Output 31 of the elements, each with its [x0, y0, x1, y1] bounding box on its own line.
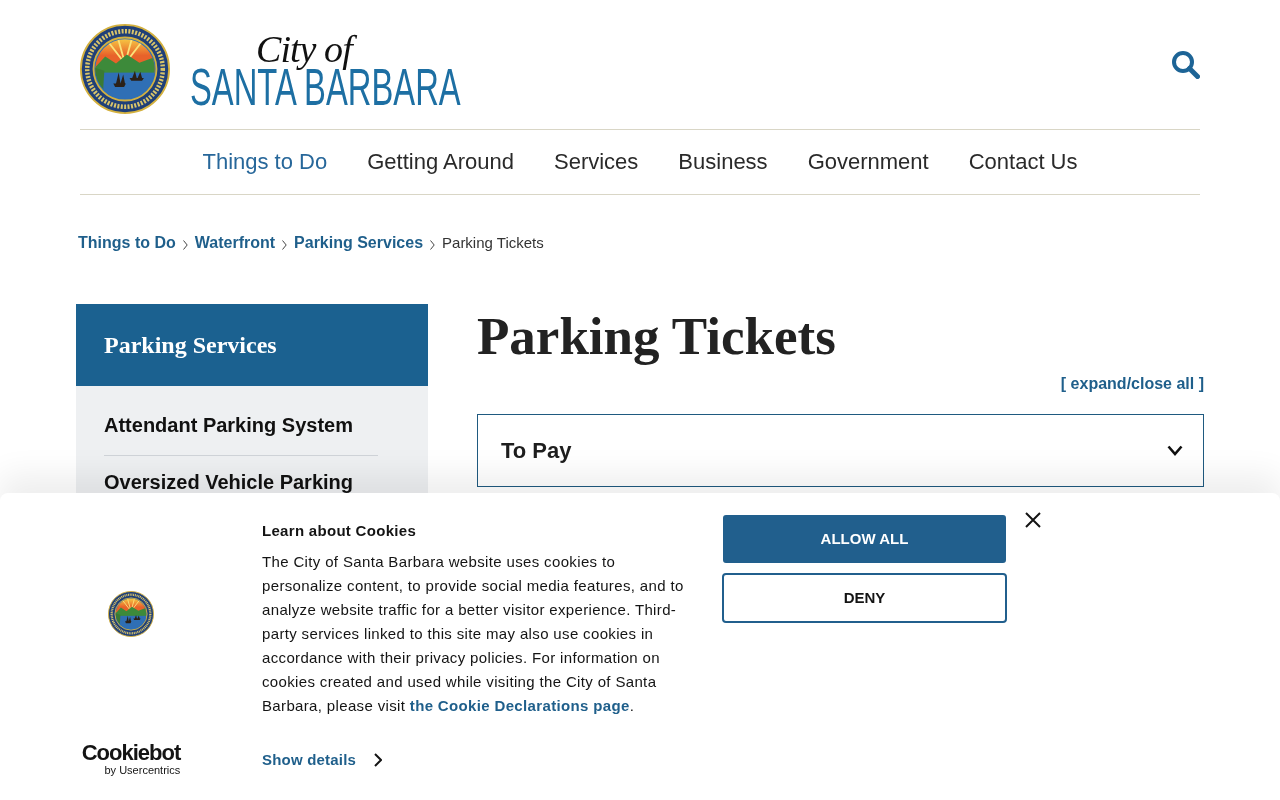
breadcrumb-link[interactable]: Waterfront	[194, 234, 276, 252]
seal-icon	[108, 591, 154, 637]
chevron-right-icon	[374, 753, 383, 767]
expand-close-all-link[interactable]: [ expand/close all ]	[1060, 375, 1204, 393]
close-icon[interactable]	[1025, 512, 1041, 528]
cookie-notice-text: The City of Santa Barbara website uses cookies to personalize content, to provide social media features, and to analyze website traffic for a better visitor experience. Third-party services linked to this site may also use cookies in accordance with their privacy policies. For information on cookies created and used while visiting the City of Santa Barbara, please visit the Cookie Declarations page.	[262, 552, 685, 716]
page-title: Parking Tickets	[477, 306, 837, 366]
nav-link[interactable]: Getting Around	[367, 149, 514, 175]
cookiebot-wordmark: Cookiebot	[81, 742, 181, 764]
sidebar-link[interactable]: Oversized Vehicle Parking	[104, 472, 353, 492]
cookie-banner-title: Learn about Cookies	[262, 522, 417, 540]
nav-link[interactable]: Things to Do	[202, 149, 328, 175]
breadcrumb-separator-icon	[182, 239, 188, 250]
accordion-header[interactable]: To Pay	[477, 414, 1204, 487]
breadcrumb-separator-icon	[282, 239, 288, 250]
allow-all-button[interactable]: ALLOW ALL	[723, 515, 1006, 563]
sidebar-heading: Parking Services	[76, 304, 428, 386]
search-icon[interactable]	[1171, 50, 1200, 79]
nav-link[interactable]: Government	[807, 149, 929, 175]
cookie-declarations-link[interactable]: the Cookie Declarations page	[409, 697, 630, 714]
show-details-button[interactable]: Show details	[262, 751, 383, 769]
nav-link[interactable]: Business	[678, 149, 768, 175]
nav-link[interactable]: Contact Us	[968, 149, 1078, 175]
breadcrumb-link[interactable]: Parking Services	[294, 234, 424, 252]
breadcrumb-current: Parking Tickets	[442, 234, 544, 252]
breadcrumb-separator-icon	[430, 239, 436, 250]
cookiebot-tagline: by Usercentrics	[104, 764, 181, 776]
nav-link[interactable]: Services	[554, 149, 639, 175]
breadcrumb-link[interactable]: Things to Do	[78, 234, 176, 252]
sidebar-link[interactable]: Attendant Parking System	[104, 415, 353, 435]
deny-button[interactable]: DENY	[722, 573, 1007, 623]
